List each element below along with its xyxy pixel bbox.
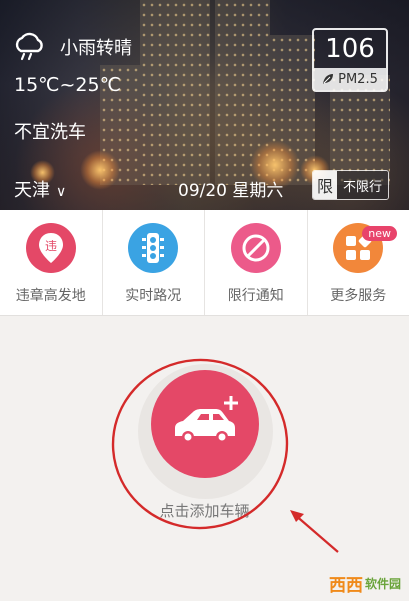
restriction-status: 不限行 <box>337 171 389 199</box>
nav-label: 限行通知 <box>227 288 284 304</box>
add-vehicle-label: 点击添加车辆 <box>159 502 250 520</box>
air-quality-box[interactable]: 106 PM2.5 <box>312 28 388 92</box>
quick-nav: 违 违章高发地 实时路况 限行通知 更多服务 new <box>0 210 409 316</box>
site-watermark: 西西 软件园 <box>329 571 401 596</box>
weather-description: 小雨转晴 <box>60 38 132 59</box>
city-selector[interactable]: 天津 ∨ <box>14 176 66 202</box>
nav-item-restriction-notice[interactable]: 限行通知 <box>205 210 308 315</box>
aqi-value: 106 <box>325 34 375 64</box>
cloud-rain-icon <box>15 32 43 61</box>
restriction-tag: 限 <box>313 171 338 199</box>
date-label: 09/20 星期六 <box>178 181 284 201</box>
chevron-down-icon: ∨ <box>56 184 67 200</box>
car-add-icon <box>175 396 238 443</box>
nav-label: 更多服务 <box>330 288 387 304</box>
traffic-light-icon <box>128 223 179 273</box>
aqi-label: PM2.5 <box>338 71 378 87</box>
nav-label: 违章高发地 <box>15 288 86 304</box>
new-badge: new <box>362 226 397 241</box>
traffic-restriction[interactable]: 限 不限行 <box>312 170 390 200</box>
car-wash-advice: 不宜洗车 <box>14 122 86 143</box>
temperature-range: 15℃~25℃ <box>14 74 121 96</box>
backdrop-light <box>80 150 120 190</box>
nav-item-violation-hotspots[interactable]: 违 违章高发地 <box>0 210 103 315</box>
violation-glyph: 违 <box>45 239 57 253</box>
backdrop-building <box>140 0 210 185</box>
nav-item-more-services[interactable]: 更多服务 new <box>308 210 409 315</box>
add-vehicle-area: 点击添加车辆 <box>0 316 409 601</box>
add-vehicle-button[interactable] <box>151 370 259 478</box>
watermark-logo: 西西 <box>328 576 363 596</box>
nav-item-traffic[interactable]: 实时路况 <box>103 210 205 315</box>
no-entry-icon <box>230 223 281 273</box>
leaf-icon <box>323 74 334 84</box>
city-name: 天津 <box>14 180 50 201</box>
weather-header: 小雨转晴 15℃~25℃ 不宜洗车 天津 ∨ 09/20 星期六 106 PM2.… <box>0 0 409 210</box>
nav-label: 实时路况 <box>125 288 182 304</box>
violation-pin-icon: 违 <box>25 223 76 273</box>
watermark-text: 软件园 <box>364 577 401 591</box>
